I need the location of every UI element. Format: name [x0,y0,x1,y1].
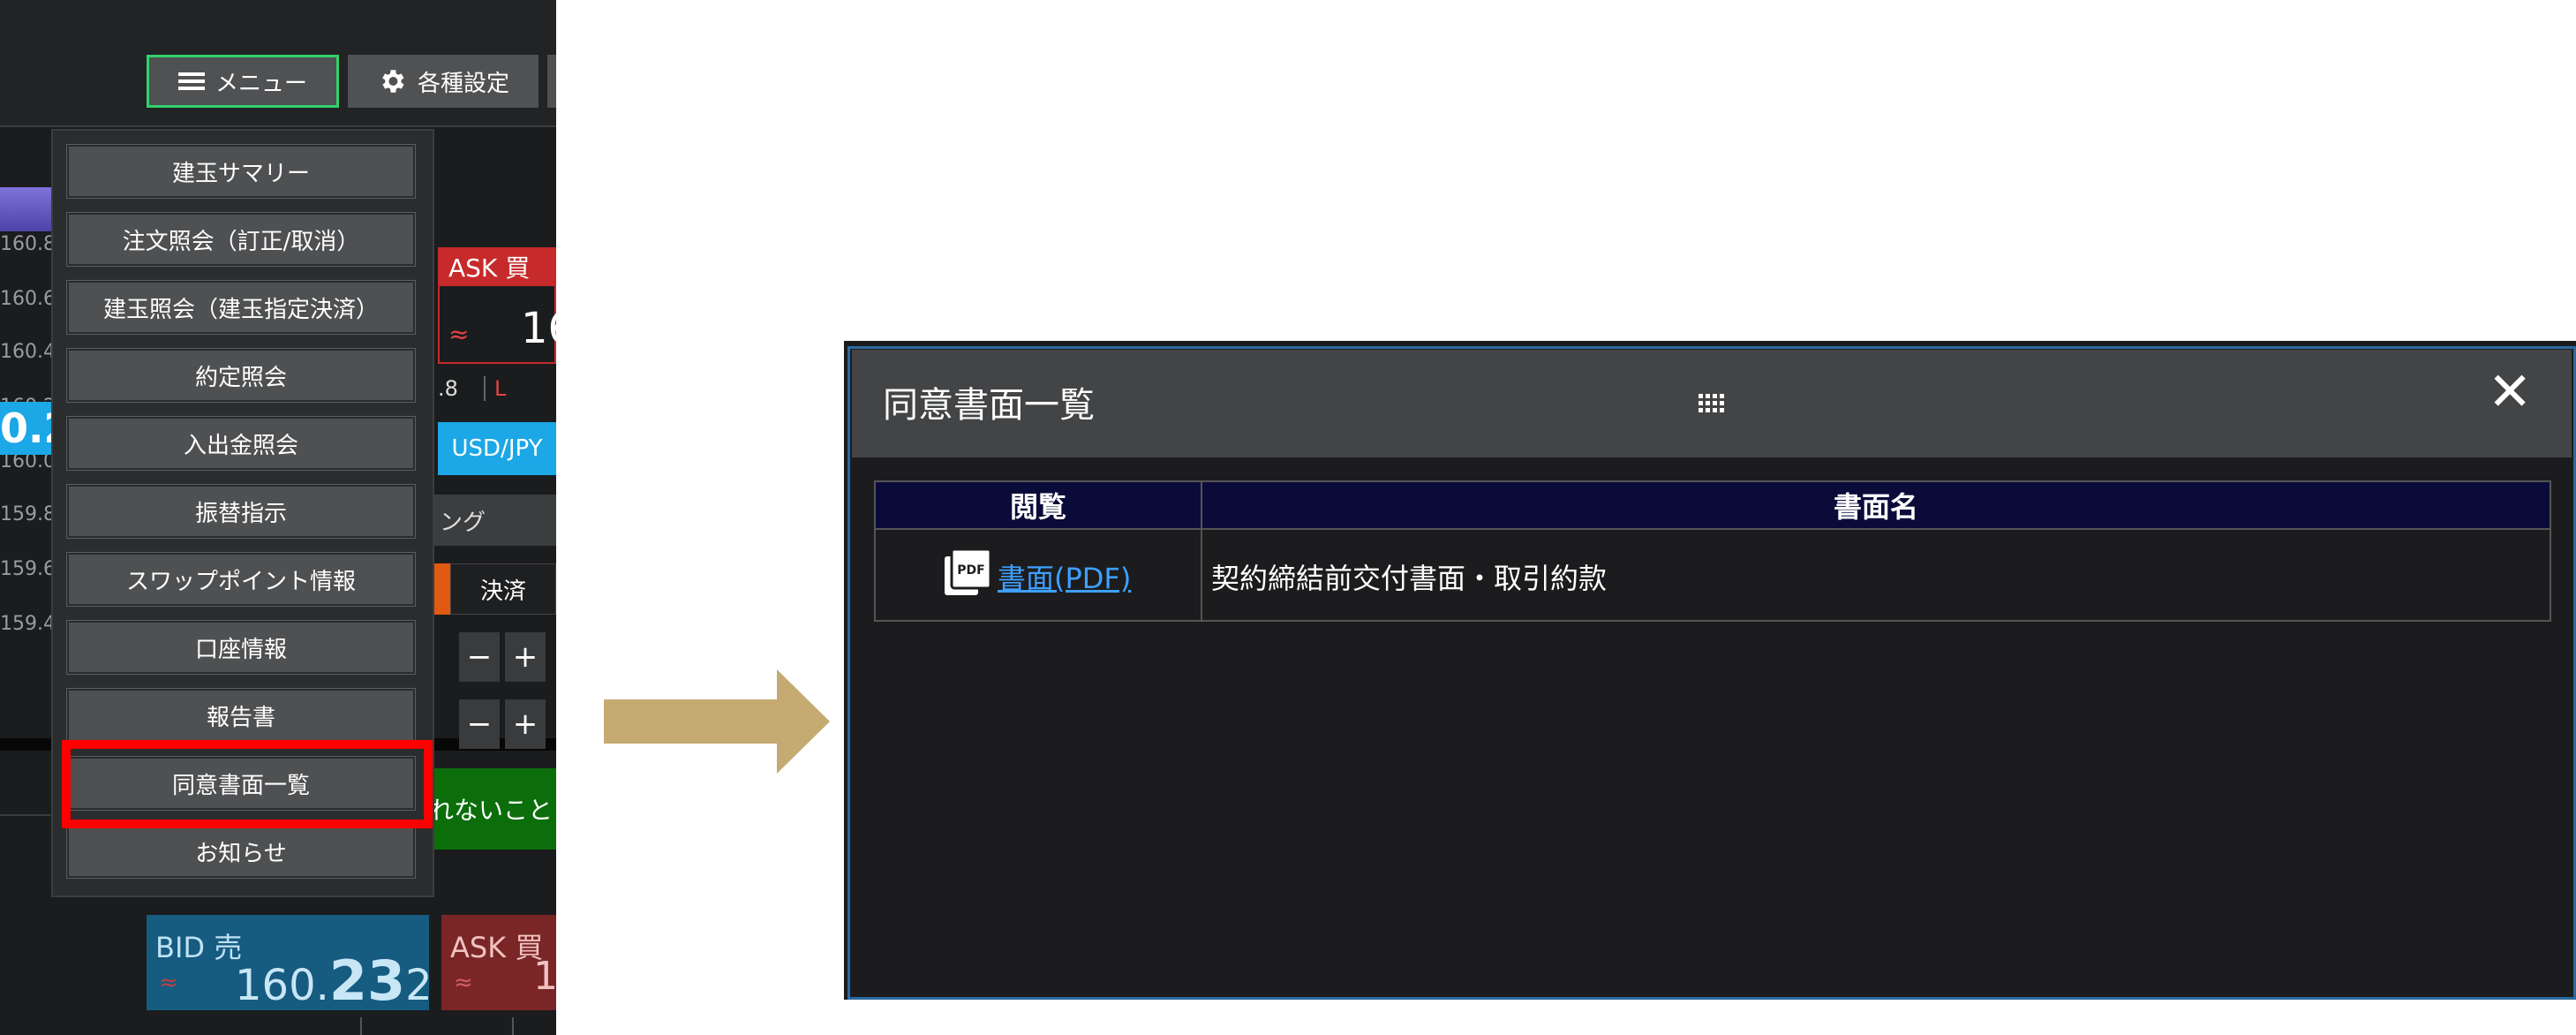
menu-button-label: メニュー [215,70,307,97]
arrow-right-icon [604,669,830,774]
ask-label: ASK 買 [438,247,556,286]
document-name: 契約締結前交付書面・取引約款 [1211,562,1608,595]
tick-mark [360,1017,362,1035]
document-pdf-link[interactable]: 書面(PDF) [998,556,1131,597]
menu-item-execution-inquiry[interactable]: 約定照会 [66,348,416,403]
ask-price: 1 [533,954,556,999]
menu-item-account-info[interactable]: 口座情報 [66,620,416,675]
settle-tab[interactable]: 決済 [450,563,556,615]
notice-banner: れないこと [424,768,556,850]
low-indicator: L [484,376,506,401]
chevron-up-icon: ≈ [159,970,178,996]
axis-label: 160.8 [0,233,56,255]
bid-label: BID 売 [155,931,243,964]
close-icon[interactable]: ✕ [2488,366,2532,419]
gear-icon [382,70,404,93]
axis-label: 159.6 [0,558,56,580]
order-type-tab[interactable]: ング [424,495,556,546]
ask-label: ASK 買 [450,931,544,964]
menu-item-deposit-inquiry[interactable]: 入出金照会 [66,416,416,471]
spread-value: .8 [438,376,458,401]
trading-app-panel: メニュー 各種設定 160.8 160.6 160.4 160.2 160.0 … [0,0,556,1035]
quantity-plus-button[interactable]: + [505,632,546,682]
column-divider [1201,480,1202,622]
toolbar-edge-button[interactable] [547,55,556,108]
menu-item-order-inquiry[interactable]: 注文照会（訂正/取消） [66,212,416,267]
row-divider [874,528,2551,530]
menu-item-reports[interactable]: 報告書 [66,688,416,743]
menu-item-transfer[interactable]: 振替指示 [66,484,416,539]
axis-label: 159.4 [0,613,56,635]
axis-label: 160.6 [0,288,56,310]
column-header-view: 閲覧 [876,482,1201,528]
chevron-up-icon: ≈ [448,320,470,349]
bid-price: 160.232 [235,948,433,1013]
menu-button[interactable]: メニュー [147,55,339,108]
chart-bar [0,187,51,231]
tab-accent [434,563,450,615]
drag-handle-icon[interactable] [1699,394,1725,415]
chevron-up-icon: ≈ [454,970,473,996]
menu-item-position-inquiry[interactable]: 建玉照会（建玉指定決済） [66,280,416,335]
menu-item-notices[interactable]: お知らせ [66,824,416,879]
price-minus-button[interactable]: − [459,699,500,749]
column-header-document-name: 書面名 [1202,482,2550,528]
hamburger-icon [177,72,205,90]
ask-price: 16 [521,304,556,353]
quantity-minus-button[interactable]: − [459,632,500,682]
pdf-icon: PDF [945,548,992,595]
svg-text:PDF: PDF [957,563,984,578]
axis-label: 160.4 [0,341,56,363]
menu-item-swap-points[interactable]: スワップポイント情報 [66,552,416,607]
axis-label: 159.8 [0,503,56,525]
currency-pair-tab[interactable]: USD/JPY [438,422,556,475]
price-plus-button[interactable]: + [505,699,546,749]
settings-button[interactable]: 各種設定 [348,55,539,108]
settings-button-label: 各種設定 [417,70,509,97]
highlight-box [62,740,433,828]
current-price-tag: 0.23 [0,402,101,455]
divider [0,125,556,127]
tick-mark [512,1017,514,1035]
menu-item-position-summary[interactable]: 建玉サマリー [66,144,416,199]
dialog-title: 同意書面一覧 [883,385,1095,426]
